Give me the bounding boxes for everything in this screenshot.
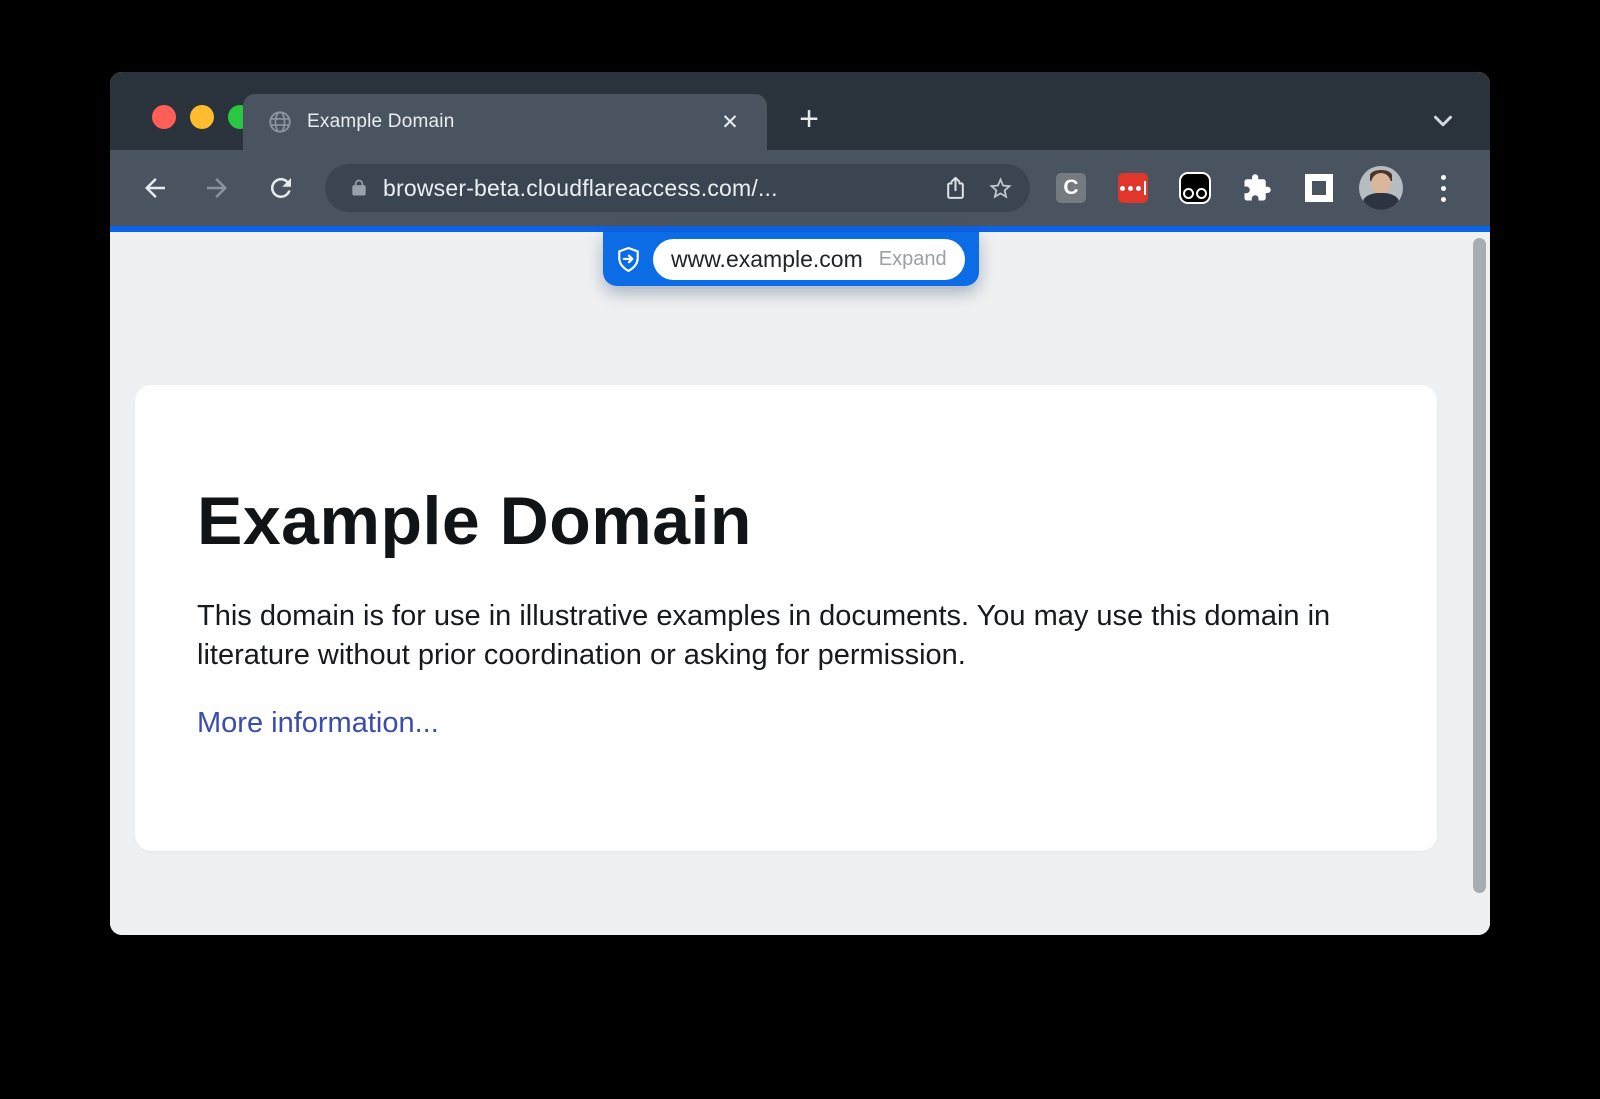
back-button[interactable] (140, 173, 170, 203)
url-text: browser-beta.cloudflareaccess.com/... (383, 175, 942, 202)
extensions-puzzle-icon[interactable] (1242, 173, 1272, 203)
more-information-link[interactable]: More information... (197, 707, 439, 740)
forward-button[interactable] (202, 173, 232, 203)
isolated-site-pill[interactable]: www.example.com Expand (653, 239, 965, 280)
lock-icon[interactable] (349, 178, 369, 198)
extension-toolbar: C (1040, 150, 1474, 226)
isolated-site-domain: www.example.com (671, 246, 863, 273)
browser-window: Example Domain ✕ + browser-beta.cloudfla… (110, 72, 1490, 935)
bookmark-star-icon[interactable] (987, 175, 1014, 202)
browser-tab[interactable]: Example Domain ✕ (243, 94, 767, 150)
new-tab-button[interactable]: + (786, 96, 832, 142)
share-icon[interactable] (942, 175, 969, 202)
tab-title: Example Domain (307, 111, 713, 133)
page-title: Example Domain (197, 485, 1375, 557)
side-panel-icon[interactable] (1305, 174, 1333, 202)
example-domain-card: Example Domain This domain is for use in… (135, 385, 1437, 851)
isolation-site-badge[interactable]: www.example.com Expand (603, 232, 979, 286)
password-manager-extension-icon[interactable] (1118, 173, 1148, 203)
address-bar[interactable]: browser-beta.cloudflareaccess.com/... (325, 164, 1030, 212)
dark-circles-extension-icon[interactable] (1179, 172, 1211, 204)
close-window-button[interactable] (152, 105, 176, 129)
tab-strip: Example Domain ✕ + (110, 72, 1490, 150)
page-viewport: www.example.com Expand Example Domain Th… (110, 232, 1490, 935)
window-controls (152, 105, 252, 129)
browser-toolbar: browser-beta.cloudflareaccess.com/... C (110, 150, 1490, 226)
page-paragraph: This domain is for use in illustrative e… (197, 597, 1347, 675)
profile-avatar[interactable] (1359, 166, 1403, 210)
globe-favicon-icon (267, 109, 293, 135)
browser-menu-icon[interactable] (1441, 175, 1446, 202)
reload-button[interactable] (266, 173, 296, 203)
tab-close-icon[interactable]: ✕ (713, 105, 747, 139)
extension-c-icon[interactable]: C (1056, 173, 1086, 203)
tab-search-chevron-icon[interactable] (1428, 106, 1458, 136)
minimize-window-button[interactable] (190, 105, 214, 129)
expand-button[interactable]: Expand (879, 248, 947, 271)
vertical-scrollbar-thumb[interactable] (1473, 238, 1486, 893)
shield-arrow-icon (615, 246, 642, 273)
